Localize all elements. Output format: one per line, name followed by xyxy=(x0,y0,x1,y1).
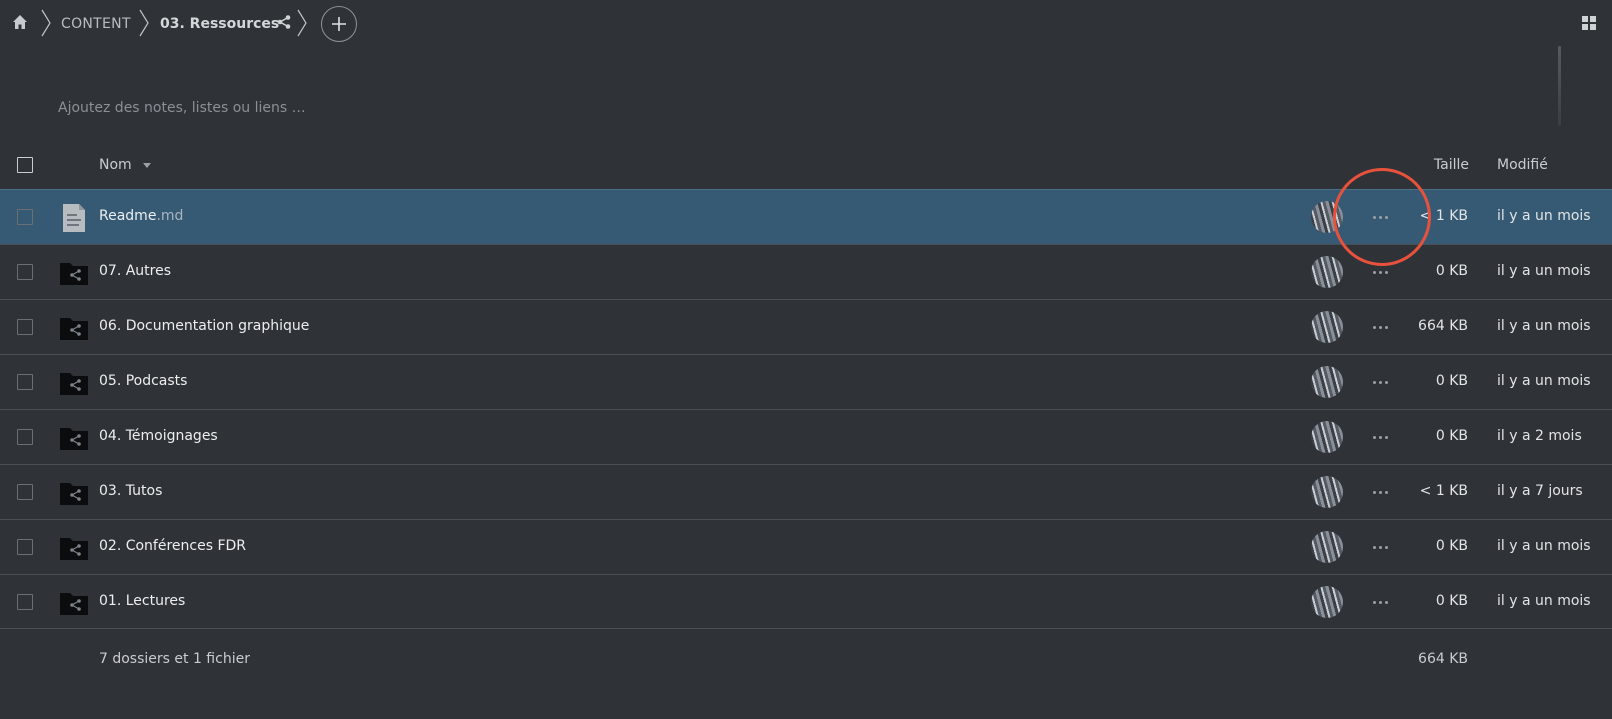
home-icon[interactable] xyxy=(12,14,28,30)
folder-name[interactable]: 06. Documentation graphique xyxy=(99,318,309,334)
column-header-size[interactable]: Taille xyxy=(1409,157,1469,173)
breadcrumb-separator-icon xyxy=(297,9,307,37)
shared-folder-icon xyxy=(60,428,88,450)
file-row[interactable]: 04. Témoignages 0 KB il y a 2 mois xyxy=(0,409,1612,464)
file-modified: il y a un mois xyxy=(1497,373,1591,389)
shared-folder-icon xyxy=(60,373,88,395)
file-modified: il y a un mois xyxy=(1497,208,1591,224)
column-header-name[interactable]: Nom xyxy=(99,157,132,173)
file-basename: Readme xyxy=(99,208,157,224)
shared-folder-icon xyxy=(60,483,88,505)
row-checkbox[interactable] xyxy=(17,319,33,335)
new-button[interactable] xyxy=(321,6,357,42)
file-extension: .md xyxy=(156,208,184,224)
breadcrumb-separator-icon xyxy=(139,9,149,37)
file-size: 0 KB xyxy=(1435,373,1468,389)
avatar[interactable] xyxy=(1311,201,1343,233)
avatar[interactable] xyxy=(1311,531,1343,563)
column-header-modified[interactable]: Modifié xyxy=(1497,157,1548,173)
file-row[interactable]: 05. Podcasts 0 KB il y a un mois xyxy=(0,354,1612,409)
folder-name[interactable]: 03. Tutos xyxy=(99,483,162,499)
file-row[interactable]: 07. Autres 0 KB il y a un mois xyxy=(0,244,1612,299)
row-checkbox[interactable] xyxy=(17,374,33,390)
file-size: 0 KB xyxy=(1435,538,1468,554)
avatar[interactable] xyxy=(1311,256,1343,288)
shared-folder-icon xyxy=(60,538,88,560)
text-file-icon xyxy=(63,204,85,232)
row-checkbox[interactable] xyxy=(17,594,33,610)
breadcrumb-content[interactable]: CONTENT xyxy=(61,15,131,33)
files-app: CONTENT 03. Ressources Ajoutez des notes… xyxy=(0,0,1612,719)
file-size: 0 KB xyxy=(1435,593,1468,609)
breadcrumb-current-folder[interactable]: 03. Ressources xyxy=(160,15,279,33)
avatar[interactable] xyxy=(1311,366,1343,398)
file-size: 0 KB xyxy=(1435,263,1468,279)
shared-folder-icon xyxy=(60,318,88,340)
row-checkbox[interactable] xyxy=(17,429,33,445)
file-list: Readme.md < 1 KB il y a un mois 07. Autr… xyxy=(0,189,1612,629)
folder-name[interactable]: 01. Lectures xyxy=(99,593,185,609)
file-name[interactable]: Readme.md xyxy=(99,208,183,224)
shared-folder-icon xyxy=(60,593,88,615)
notes-editor[interactable]: Ajoutez des notes, listes ou liens … xyxy=(58,100,958,116)
file-row[interactable]: 02. Conférences FDR 0 KB il y a un mois xyxy=(0,519,1612,574)
row-checkbox[interactable] xyxy=(17,209,33,225)
file-size: 664 KB xyxy=(1418,318,1468,334)
breadcrumb: CONTENT 03. Ressources xyxy=(0,0,1612,48)
folder-name[interactable]: 02. Conférences FDR xyxy=(99,538,246,554)
avatar[interactable] xyxy=(1311,311,1343,343)
avatar[interactable] xyxy=(1311,476,1343,508)
file-size: 0 KB xyxy=(1435,428,1468,444)
share-icon[interactable] xyxy=(276,14,292,30)
plus-icon xyxy=(332,17,346,31)
file-modified: il y a 7 jours xyxy=(1497,483,1583,499)
sort-down-icon[interactable] xyxy=(143,163,151,168)
file-modified: il y a un mois xyxy=(1497,538,1591,554)
breadcrumb-separator-icon xyxy=(41,9,51,37)
avatar[interactable] xyxy=(1311,421,1343,453)
file-modified: il y a un mois xyxy=(1497,593,1591,609)
folder-name[interactable]: 05. Podcasts xyxy=(99,373,187,389)
row-checkbox[interactable] xyxy=(17,484,33,500)
file-modified: il y a un mois xyxy=(1497,318,1591,334)
file-row-readme[interactable]: Readme.md < 1 KB il y a un mois xyxy=(0,189,1612,244)
file-size: < 1 KB xyxy=(1419,208,1468,224)
row-checkbox[interactable] xyxy=(17,539,33,555)
file-row[interactable]: 06. Documentation graphique 664 KB il y … xyxy=(0,299,1612,354)
file-row[interactable]: 01. Lectures 0 KB il y a un mois xyxy=(0,574,1612,629)
shared-folder-icon xyxy=(60,263,88,285)
folder-name[interactable]: 04. Témoignages xyxy=(99,428,218,444)
avatar[interactable] xyxy=(1311,586,1343,618)
file-size: < 1 KB xyxy=(1419,483,1468,499)
folder-name[interactable]: 07. Autres xyxy=(99,263,171,279)
file-modified: il y a 2 mois xyxy=(1497,428,1582,444)
select-all-checkbox[interactable] xyxy=(17,157,33,173)
row-checkbox[interactable] xyxy=(17,264,33,280)
grid-view-icon[interactable] xyxy=(1582,16,1596,30)
file-list-header: Nom Taille Modifié xyxy=(0,142,1612,189)
total-size: 664 KB xyxy=(1418,651,1468,667)
file-row[interactable]: 03. Tutos < 1 KB il y a 7 jours xyxy=(0,464,1612,519)
notes-scrollbar[interactable] xyxy=(1558,46,1561,126)
file-modified: il y a un mois xyxy=(1497,263,1591,279)
file-count-summary: 7 dossiers et 1 fichier xyxy=(99,651,250,667)
